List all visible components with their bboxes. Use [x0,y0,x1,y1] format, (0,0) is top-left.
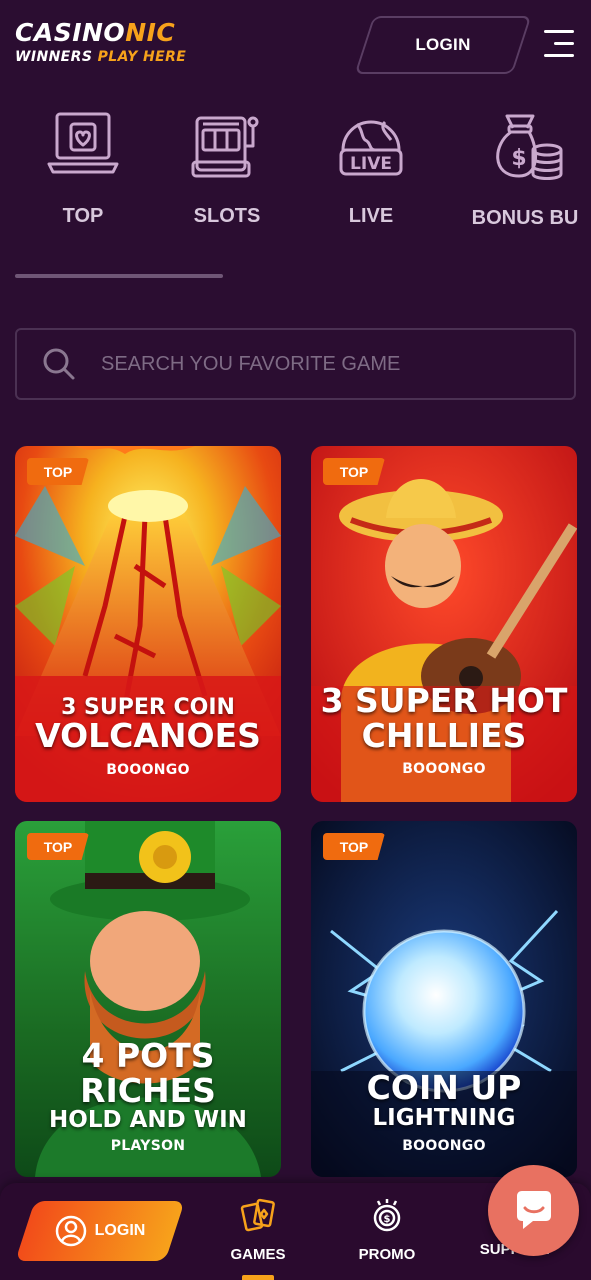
cards-icon [240,1198,275,1232]
login-button[interactable]: LOGIN [354,16,532,74]
category-slots[interactable]: SLOTS [157,110,297,228]
header: CASINONIC WINNERS PLAY HERE LOGIN [0,0,591,90]
game-tile-3-super-coin-volcanoes[interactable]: TOP 3 SUPER COIN VOLCANOES BOOONGO [15,446,281,802]
search-box[interactable] [15,328,576,400]
game-title-line2: LIGHTNING [372,1104,516,1131]
category-bonus-buy[interactable]: $ BONUS BU [455,110,591,230]
game-provider: BOOONGO [402,761,486,778]
game-title-line2: VOLCANOES [35,716,261,756]
svg-text:$: $ [384,1214,391,1225]
game-title-line1: 4 POTS [81,1036,215,1075]
top-badge: TOP [323,833,385,860]
game-title-line1: 3 SUPER HOT [320,681,568,720]
game-title-line1: COIN UP [366,1068,522,1107]
chat-bubble-icon[interactable] [488,1165,579,1256]
game-tile-4-pots-riches[interactable]: TOP 4 POTS RICHES HOLD AND WIN PLAYSON [15,821,281,1177]
game-tile-3-super-hot-chillies[interactable]: TOP 3 SUPER HOT CHILLIES BOOONGO [311,446,577,802]
game-provider: BOOONGO [106,761,190,778]
svg-text:LIVE: LIVE [350,154,392,174]
game-tile-coin-up-lightning[interactable]: TOP COIN UP LIGHTNING BOOONGO [311,821,577,1177]
top-badge: TOP [323,458,385,485]
promo-coin-icon: $ [373,1199,401,1232]
top-badge: TOP [27,833,89,860]
top-badge: TOP [27,458,89,485]
game-title-line2: RICHES [80,1070,216,1110]
category-bar: TOP SLOTS LIVE LIVE $ BONUS BU [0,110,591,250]
search-icon [43,348,75,380]
category-scrollbar[interactable] [15,274,223,278]
nav-games[interactable]: GAMES [208,1197,308,1263]
logo-wordmark: CASINONIC [15,18,176,47]
logo-tagline: WINNERS PLAY HERE [15,49,187,65]
live-globe-icon: LIVE [339,120,403,176]
game-title-line2: CHILLIES [361,715,527,755]
laptop-heart-icon [47,112,119,174]
category-top[interactable]: TOP [13,110,153,228]
game-provider: PLAYSON [110,1138,186,1155]
nav-promo[interactable]: $ PROMO [337,1197,437,1263]
bottom-login-button[interactable]: LOGIN [15,1201,185,1261]
slot-machine-icon [191,116,259,178]
svg-text:$: $ [511,146,526,171]
hamburger-menu-icon[interactable] [540,30,574,60]
search-input[interactable] [101,352,541,376]
money-bag-icon: $ [496,114,563,180]
user-icon [55,1215,86,1247]
active-tab-indicator [242,1275,274,1280]
game-title-line3: HOLD AND WIN [49,1107,247,1134]
casinonic-logo[interactable]: CASINONIC WINNERS PLAY HERE [15,18,186,65]
game-provider: BOOONGO [402,1137,486,1154]
category-live[interactable]: LIVE LIVE [301,110,441,228]
